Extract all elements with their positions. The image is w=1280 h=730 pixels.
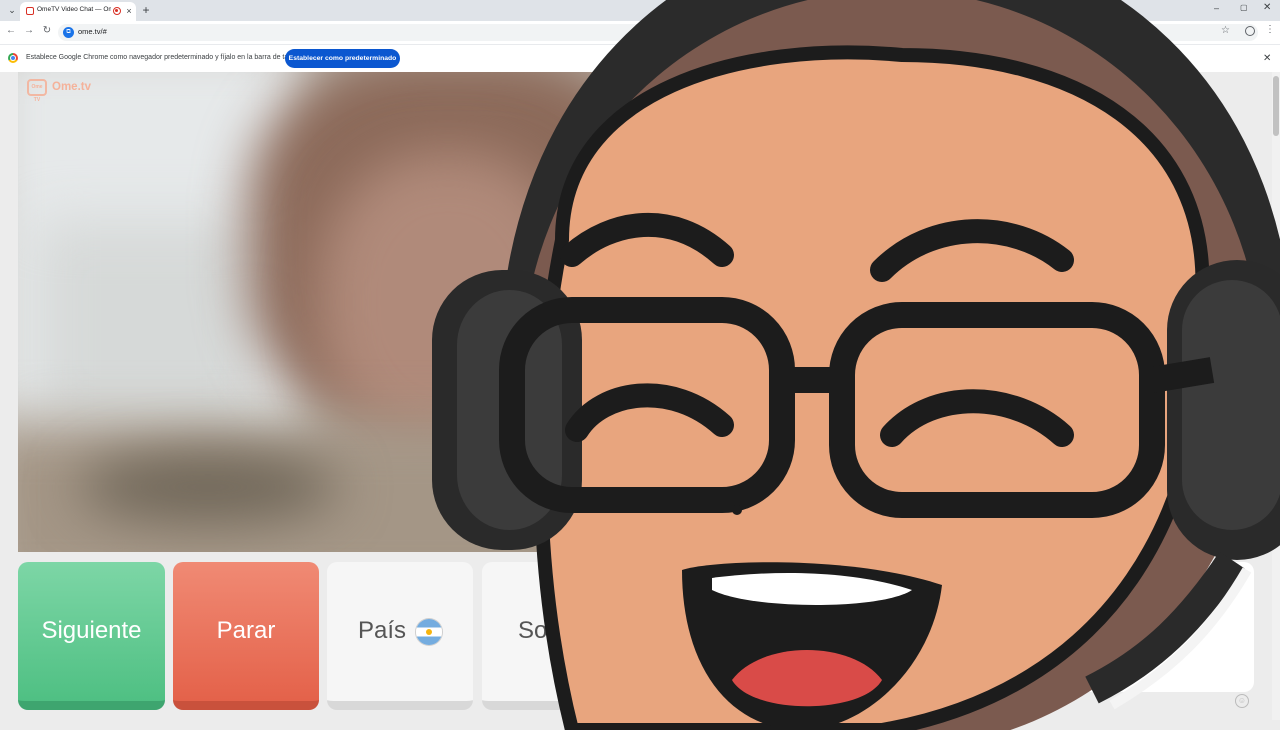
- stop-button[interactable]: Parar: [173, 562, 319, 710]
- streamer-avatar-headset-icon: [432, 0, 1280, 730]
- url-text[interactable]: ome.tv/#: [78, 27, 107, 36]
- reload-icon[interactable]: ↻: [41, 25, 53, 36]
- back-arrow-icon[interactable]: ←: [5, 25, 17, 36]
- ometv-tv-icon: Ome TV: [27, 79, 47, 103]
- infobar-message: Establece Google Chrome como navegador p…: [26, 54, 302, 61]
- set-default-button[interactable]: Establecer como predeterminado: [285, 49, 400, 68]
- ometv-favicon-icon: [26, 7, 34, 15]
- tab-title: OmeTV Video Chat — Omegle: [37, 6, 111, 13]
- chrome-logo-icon: [8, 53, 18, 63]
- tab-search-chevron-icon[interactable]: ⌄: [5, 4, 19, 17]
- recording-indicator-icon: [113, 7, 121, 15]
- browser-tab[interactable]: OmeTV Video Chat — Omegle ×: [20, 2, 136, 21]
- site-info-icon[interactable]: ⧉: [63, 27, 74, 38]
- forward-arrow-icon[interactable]: →: [23, 25, 35, 36]
- new-tab-plus-icon[interactable]: +: [140, 3, 152, 17]
- next-button[interactable]: Siguiente: [18, 562, 165, 710]
- tab-close-icon[interactable]: ×: [124, 5, 134, 17]
- ometv-logo-text: Ome.tv: [52, 81, 91, 93]
